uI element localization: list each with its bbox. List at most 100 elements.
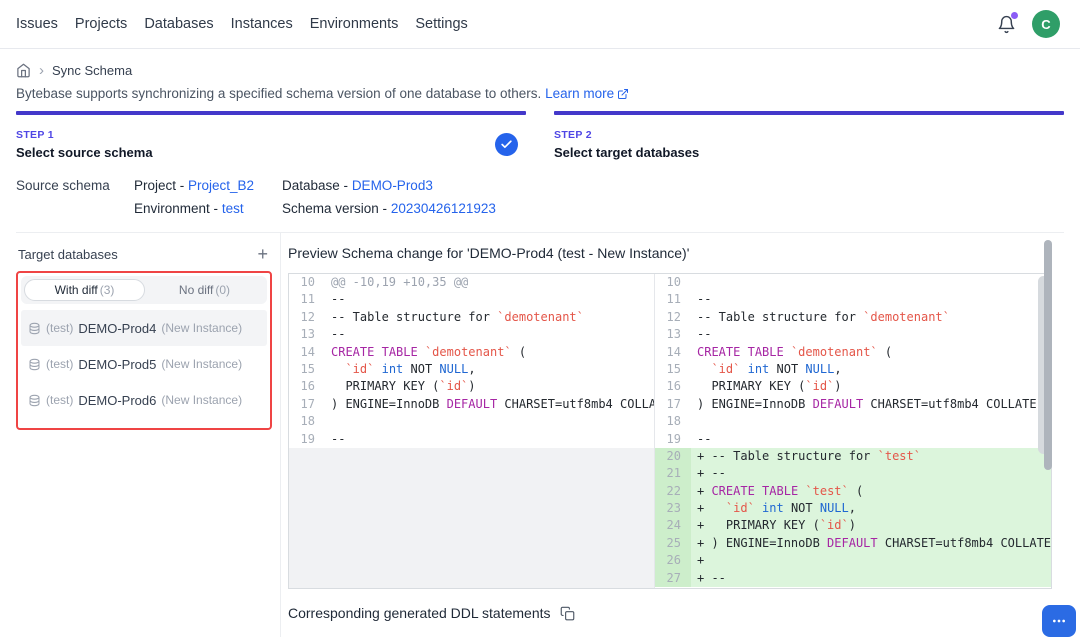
line-number: 16 — [655, 378, 691, 395]
diff-line: 23+ `id` int NOT NULL, — [655, 500, 1051, 517]
line-number: 24 — [655, 517, 691, 534]
nav-item-settings[interactable]: Settings — [415, 16, 467, 32]
project-link[interactable]: Project_B2 — [188, 178, 254, 193]
nav-item-issues[interactable]: Issues — [16, 16, 58, 32]
user-avatar[interactable]: C — [1032, 10, 1060, 38]
line-number: 13 — [655, 326, 691, 343]
home-icon[interactable] — [16, 63, 31, 78]
help-widget-button[interactable] — [1042, 605, 1076, 637]
code-text: + ) ENGINE=InnoDB DEFAULT CHARSET=utf8mb… — [691, 535, 1051, 552]
nav-item-databases[interactable]: Databases — [144, 16, 213, 32]
line-number: 21 — [655, 465, 691, 482]
tab-with-diff[interactable]: With diff(3) — [24, 279, 145, 301]
line-number: 18 — [655, 413, 691, 430]
line-number: 15 — [655, 361, 691, 378]
code-text — [691, 413, 1051, 430]
step1-label: STEP 1 — [16, 129, 153, 141]
code-text: CREATE TABLE `demotenant` ( — [691, 344, 1051, 361]
target-suffix: (New Instance) — [161, 321, 242, 335]
nav-item-instances[interactable]: Instances — [231, 16, 293, 32]
target-database-list: (test)DEMO-Prod4(New Instance)(test)DEMO… — [21, 310, 267, 418]
line-number: 12 — [655, 309, 691, 326]
page-content: › Sync Schema Bytebase supports synchron… — [0, 63, 1080, 637]
schema-version-link[interactable]: 20230426121923 — [391, 201, 496, 216]
instance-icon — [28, 394, 41, 407]
notification-bell-icon[interactable] — [997, 15, 1016, 34]
code-text: `id` int NOT NULL, — [325, 361, 654, 378]
line-number: 27 — [655, 570, 691, 587]
code-text: + — [691, 552, 1051, 569]
nav-item-environments[interactable]: Environments — [310, 16, 399, 32]
tab-no-diff-label: No diff — [179, 283, 213, 297]
diff-line: 12-- Table structure for `demotenant` — [289, 309, 654, 326]
code-text — [325, 413, 654, 430]
code-text: @@ -10,19 +10,35 @@ — [325, 274, 654, 291]
diff-line: 15 `id` int NOT NULL, — [655, 361, 1051, 378]
diff-line: 24+ PRIMARY KEY (`id`) — [655, 517, 1051, 534]
database-link[interactable]: DEMO-Prod3 — [352, 178, 433, 193]
target-database-item[interactable]: (test)DEMO-Prod5(New Instance) — [21, 346, 267, 382]
line-number: 17 — [655, 396, 691, 413]
code-text: PRIMARY KEY (`id`) — [325, 378, 654, 395]
diff-line: 25+ ) ENGINE=InnoDB DEFAULT CHARSET=utf8… — [655, 535, 1051, 552]
code-text: CREATE TABLE `demotenant` ( — [325, 344, 654, 361]
code-text: + PRIMARY KEY (`id`) — [691, 517, 1051, 534]
intro-text: Bytebase supports synchronizing a specif… — [16, 86, 541, 101]
topbar-right: C — [997, 10, 1060, 38]
learn-more-label: Learn more — [545, 86, 614, 101]
code-text: ) ENGINE=InnoDB DEFAULT CHARSET=utf8mb4 … — [325, 396, 654, 413]
diff-line: 22+ CREATE TABLE `test` ( — [655, 483, 1051, 500]
ddl-title: Corresponding generated DDL statements — [288, 605, 551, 621]
diff-line: 27+ -- — [655, 570, 1051, 587]
copy-icon[interactable] — [560, 606, 575, 621]
diff-line: 20+ -- Table structure for `test` — [655, 448, 1051, 465]
project-label: Project - — [134, 178, 184, 193]
line-number: 14 — [289, 344, 325, 361]
step2-progress-bar — [554, 111, 1064, 115]
bytebase-app: Issues Projects Databases Instances Environm… — [0, 0, 1080, 637]
step1-title: Select source schema — [16, 145, 153, 160]
code-text: + `id` int NOT NULL, — [691, 500, 1051, 517]
nav-item-projects[interactable]: Projects — [75, 16, 127, 32]
external-link-icon — [617, 88, 629, 100]
page-scrollbar[interactable] — [1044, 237, 1052, 639]
target-name: DEMO-Prod5 — [78, 357, 156, 372]
top-navigation-bar: Issues Projects Databases Instances Environm… — [0, 0, 1080, 49]
target-database-item[interactable]: (test)DEMO-Prod6(New Instance) — [21, 382, 267, 418]
diff-line: 18 — [289, 413, 654, 430]
diff-line: 16 PRIMARY KEY (`id`) — [289, 378, 654, 395]
target-suffix: (New Instance) — [161, 393, 242, 407]
line-number: 22 — [655, 483, 691, 500]
diff-line: 13-- — [289, 326, 654, 343]
diff-line: 19-- — [289, 431, 654, 448]
code-text: -- Table structure for `demotenant` — [691, 309, 1051, 326]
step1-completed-icon — [495, 133, 518, 156]
environment-label: Environment - — [134, 201, 218, 216]
diff-line: 14CREATE TABLE `demotenant` ( — [289, 344, 654, 361]
step1-progress-bar — [16, 111, 526, 115]
diff-pane-new: 1011--12-- Table structure for `demotena… — [655, 274, 1051, 588]
main-nav: Issues Projects Databases Instances Environm… — [16, 16, 485, 32]
schema-version-label: Schema version - — [282, 201, 387, 216]
add-target-database-button[interactable]: + — [257, 245, 268, 263]
preview-title: Preview Schema change for 'DEMO-Prod4 (t… — [288, 245, 1052, 261]
line-number: 17 — [289, 396, 325, 413]
preview-panel: Preview Schema change for 'DEMO-Prod4 (t… — [281, 233, 1080, 637]
code-text: -- — [691, 431, 1051, 448]
diff-line: 26+ — [655, 552, 1051, 569]
step-1: STEP 1 Select source schema — [16, 111, 526, 164]
diff-line: 17) ENGINE=InnoDB DEFAULT CHARSET=utf8mb… — [655, 396, 1051, 413]
target-database-item[interactable]: (test)DEMO-Prod4(New Instance) — [21, 310, 267, 346]
line-number: 19 — [655, 431, 691, 448]
page-scrollbar-thumb[interactable] — [1044, 240, 1052, 470]
tab-no-diff[interactable]: No diff(0) — [145, 279, 264, 301]
diff-line: 17) ENGINE=InnoDB DEFAULT CHARSET=utf8mb… — [289, 396, 654, 413]
target-name: DEMO-Prod4 — [78, 321, 156, 336]
line-number: 10 — [655, 274, 691, 291]
environment-link[interactable]: test — [222, 201, 244, 216]
learn-more-link[interactable]: Learn more — [545, 86, 629, 101]
breadcrumb: › Sync Schema — [16, 63, 1064, 78]
code-text: -- — [325, 326, 654, 343]
line-number: 15 — [289, 361, 325, 378]
target-databases-box: With diff(3) No diff(0) (test)DEMO-Prod4… — [16, 271, 272, 430]
